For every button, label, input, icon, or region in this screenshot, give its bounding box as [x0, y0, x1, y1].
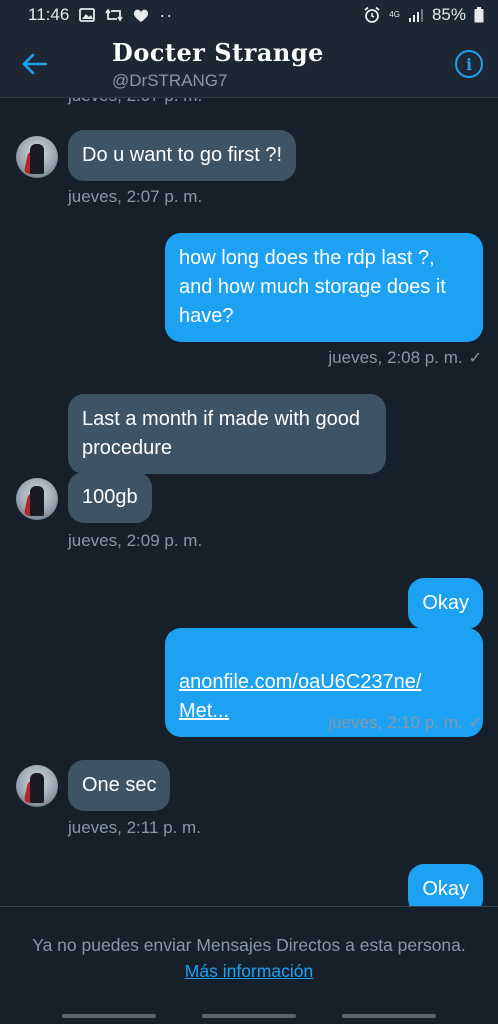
timestamp: jueves, 2:11 p. m.	[68, 818, 201, 837]
status-time: 11:46	[28, 5, 70, 24]
dm-disabled-notice: Ya no puedes enviar Mensajes Directos a …	[32, 935, 466, 955]
arrow-left-icon[interactable]	[22, 52, 48, 76]
battery-percent: 85%	[431, 5, 466, 24]
message-list[interactable]: jueves, 2:07 p. m. Do u want to go first…	[0, 98, 498, 906]
timestamp: jueves, 2:07 p. m.	[68, 187, 203, 206]
outgoing-message: how long does the rdp last ?, and how mu…	[165, 233, 483, 342]
incoming-message: Do u want to go first ?!	[68, 130, 297, 181]
outgoing-message: Okay	[408, 864, 483, 906]
alarm-icon	[364, 6, 380, 23]
timestamp-read: jueves, 2:08 p. m. ✓	[328, 348, 482, 368]
battery-icon	[474, 7, 484, 23]
read-check-icon: ✓	[468, 715, 482, 732]
timestamp-read: jueves, 2:10 p. m. ✓	[328, 713, 482, 733]
outgoing-message: Okay	[408, 578, 483, 629]
signal-icon	[408, 9, 423, 22]
user-handle: @DrSTRANG7	[112, 71, 228, 90]
conversation-header: Docter Strange @DrSTRANG7 i	[0, 30, 498, 98]
read-check-icon: ✓	[468, 350, 482, 367]
heart-icon	[134, 9, 149, 22]
image-icon	[79, 8, 96, 22]
timestamp-partial: jueves, 2:07 p. m.	[68, 98, 202, 106]
avatar[interactable]	[16, 765, 58, 807]
more-dots-icon: ··	[159, 4, 174, 25]
avatar[interactable]	[16, 136, 58, 178]
learn-more-link[interactable]: Más información	[0, 961, 498, 982]
incoming-message: One sec	[68, 760, 171, 811]
nav-back-button[interactable]	[342, 1014, 436, 1018]
avatar[interactable]	[16, 478, 58, 520]
system-nav-bar	[0, 1008, 498, 1024]
info-icon[interactable]: i	[455, 50, 483, 78]
nav-recent-button[interactable]	[62, 1014, 156, 1018]
incoming-message: Last a month if made with good procedure	[68, 394, 386, 474]
page-title: Docter Strange	[112, 38, 324, 67]
nav-home-button[interactable]	[202, 1014, 296, 1018]
incoming-message: 100gb	[68, 472, 152, 523]
network-type: 4G	[389, 10, 400, 19]
timestamp: jueves, 2:08 p. m.	[328, 348, 463, 367]
status-bar: 11:46 ·· 4G 85%	[0, 0, 498, 30]
dm-disabled-footer: Ya no puedes enviar Mensajes Directos a …	[0, 906, 498, 1024]
retweet-icon	[105, 8, 123, 22]
timestamp: jueves, 2:09 p. m.	[68, 531, 203, 550]
timestamp: jueves, 2:10 p. m.	[328, 713, 463, 732]
